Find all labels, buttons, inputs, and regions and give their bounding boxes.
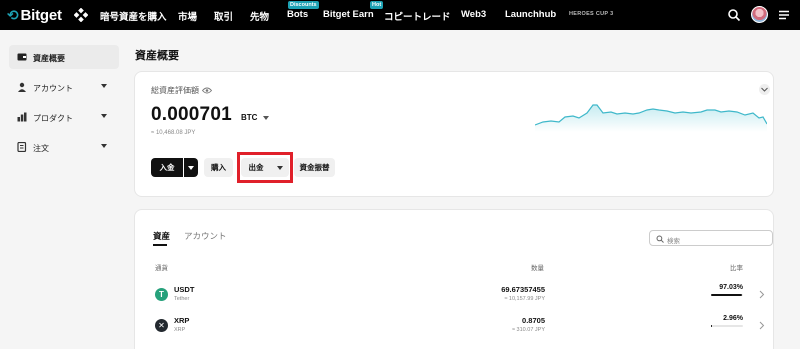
sidebar-item-label: プロダクト [33, 114, 73, 123]
active-tab-indicator [153, 244, 167, 246]
coin-ratio: 97.03% [719, 284, 743, 291]
total-assets-value: 0.000701 [151, 104, 232, 125]
sidebar-item-label: 注文 [33, 144, 49, 153]
total-assets-text: 総資産評価額 [151, 86, 199, 95]
person-icon [18, 82, 26, 92]
nav-earn-badge: Hot [370, 1, 384, 9]
sidebar-item-label: 資産概要 [33, 54, 65, 63]
withdraw-highlight-box [237, 152, 293, 183]
column-header-ratio: 比率 [730, 265, 743, 272]
sidebar-item-overview[interactable]: 資産概要 [9, 45, 119, 69]
ratio-bar [711, 325, 743, 327]
chevron-down-icon [761, 87, 768, 92]
coin-symbol: USDT [174, 285, 195, 294]
xrp-coin-icon: ✕ [155, 319, 168, 332]
chevron-right-icon[interactable] [758, 321, 765, 330]
nav-bots-badge: Discounts [288, 1, 319, 9]
tab-assets[interactable]: 資産 [153, 230, 170, 242]
tab-accounts[interactable]: アカウント [184, 230, 227, 242]
nav-trade[interactable]: 取引 [214, 9, 233, 23]
avatar[interactable] [751, 6, 768, 23]
chevron-down-icon [101, 144, 107, 148]
chevron-down-icon[interactable] [263, 116, 269, 120]
ratio-bar [711, 294, 743, 296]
coin-quantity: 69.67357455 [501, 285, 545, 294]
sidebar-item-label: アカウント [33, 84, 73, 93]
coin-name: Tether [174, 296, 190, 302]
table-row[interactable]: ✕ XRP XRP 0.8705 ≈ 310.07 JPY 2.96% [135, 311, 775, 341]
sidebar-item-account[interactable]: アカウント [9, 75, 119, 99]
coin-symbol: XRP [174, 316, 190, 325]
sidebar-item-products[interactable]: プロダクト [9, 105, 119, 129]
coin-ratio: 2.96% [723, 315, 743, 322]
nav-bots[interactable]: Bots [287, 9, 308, 20]
asset-list-card: 資産 アカウント 検索 通貨 数量 比率 T USDT Tether 69.67… [134, 209, 774, 349]
orders-icon [17, 142, 27, 152]
column-header-quantity: 数量 [531, 265, 544, 272]
chevron-down-icon [188, 165, 194, 170]
search-placeholder: 検索 [667, 238, 680, 245]
apps-grid-icon[interactable] [74, 8, 88, 22]
deposit-dropdown-button[interactable] [184, 158, 198, 177]
chevron-down-icon [101, 84, 107, 88]
collapse-button[interactable] [759, 84, 770, 95]
search-icon [656, 235, 664, 243]
ratio-bar-fill [711, 294, 743, 296]
menu-icon[interactable] [777, 8, 791, 22]
asset-overview-card: 総資産評価額 0.000701 BTC ≈ 10,468.08 JPY 入金 購… [134, 71, 774, 197]
wallet-icon [17, 53, 27, 61]
asset-search-input[interactable]: 検索 [649, 230, 773, 246]
bitget-logo-icon: ⟲ [7, 7, 19, 23]
total-assets-label: 総資産評価額 [151, 85, 212, 96]
nav-earn[interactable]: Bitget Earn [323, 9, 374, 20]
currency-unit-select[interactable]: BTC [241, 113, 257, 122]
asset-trend-sparkline [535, 104, 767, 132]
coin-jpy-value: ≈ 310.07 JPY [512, 327, 545, 333]
brand-logo[interactable]: ⟲ Bitget [7, 7, 62, 24]
page-title: 資産概要 [135, 50, 179, 62]
nav-copy-trade[interactable]: コピートレード [384, 9, 451, 23]
chevron-right-icon[interactable] [758, 290, 765, 299]
total-assets-jpy: ≈ 10,468.08 JPY [151, 130, 196, 136]
usdt-coin-icon: T [155, 288, 168, 301]
nav-web3[interactable]: Web3 [461, 9, 486, 20]
chevron-down-icon [101, 114, 107, 118]
buy-button[interactable]: 購入 [204, 158, 233, 177]
heroes-cup-banner[interactable]: HEROES CUP 3 [569, 11, 613, 17]
coin-name: XRP [174, 327, 186, 333]
coin-jpy-value: ≈ 10,157.99 JPY [504, 296, 545, 302]
search-icon[interactable] [727, 8, 741, 22]
top-nav: ⟲ Bitget 暗号資産を購入 市場 取引 先物 Bots Discounts… [0, 0, 800, 30]
table-row[interactable]: T USDT Tether 69.67357455 ≈ 10,157.99 JP… [135, 280, 775, 310]
nav-markets[interactable]: 市場 [178, 9, 197, 23]
sidebar-item-orders[interactable]: 注文 [9, 135, 119, 159]
deposit-button[interactable]: 入金 [151, 158, 183, 177]
ratio-bar-fill [711, 325, 713, 327]
nav-launchhub[interactable]: Launchhub [505, 9, 556, 20]
nav-futures[interactable]: 先物 [250, 9, 269, 23]
column-header-coin: 通貨 [155, 265, 168, 272]
eye-icon[interactable] [202, 87, 212, 94]
transfer-button[interactable]: 資金振替 [294, 158, 335, 177]
nav-buy-crypto[interactable]: 暗号資産を購入 [100, 9, 167, 23]
coin-quantity: 0.8705 [522, 316, 545, 325]
products-icon [17, 112, 27, 122]
brand-name: Bitget [20, 7, 62, 24]
